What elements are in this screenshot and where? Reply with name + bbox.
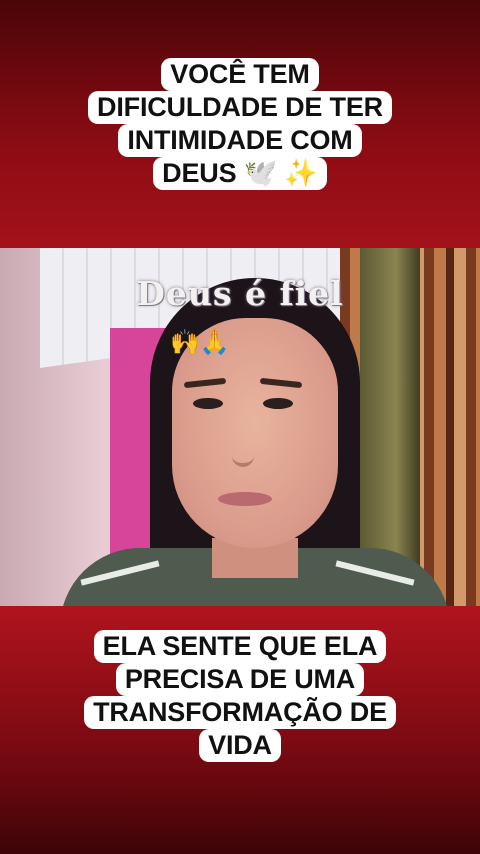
top-caption-line: INTIMIDADE COM xyxy=(118,124,362,157)
eye xyxy=(263,398,293,409)
top-caption-line: DIFICULDADE DE TER xyxy=(88,91,392,124)
nose xyxy=(232,433,254,467)
bottom-caption-line: PRECISA DE UMA xyxy=(115,663,365,696)
eye xyxy=(193,398,223,409)
video-frame[interactable]: Deus é fiel 🙌🙏 xyxy=(0,248,480,606)
top-caption-line: DEUS 🕊️ ✨ xyxy=(153,157,327,190)
praying-hands-icon: 🙌🙏 xyxy=(170,328,230,356)
bottom-caption-line: TRANSFORMAÇÃO DE xyxy=(84,696,396,729)
top-caption-line: VOCÊ TEM xyxy=(161,58,319,91)
top-caption: VOCÊ TEM DIFICULDADE DE TER INTIMIDADE C… xyxy=(30,58,450,190)
bottom-caption: ELA SENTE QUE ELA PRECISA DE UMA TRANSFO… xyxy=(30,630,450,762)
bottom-caption-line: VIDA xyxy=(199,729,281,762)
mouth xyxy=(218,492,272,506)
video-overlay-title: Deus é fiel xyxy=(136,274,344,313)
bottom-caption-line: ELA SENTE QUE ELA xyxy=(93,630,387,663)
